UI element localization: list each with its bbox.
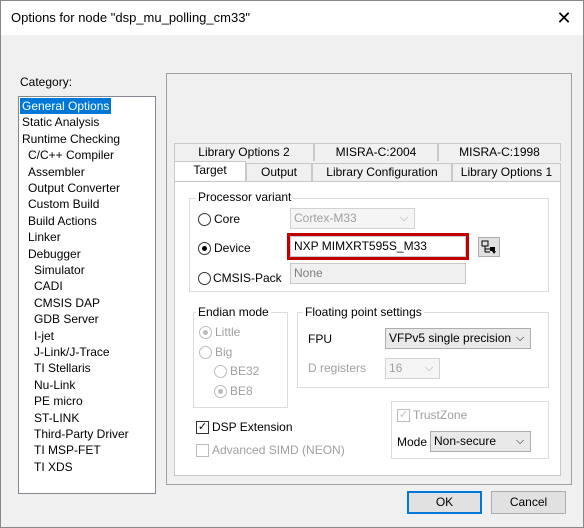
be8-label: BE8: [230, 384, 253, 398]
d-registers-select[interactable]: 16 ⌵: [385, 358, 440, 379]
little-endian-radio[interactable]: [199, 326, 212, 339]
category-item-pe-micro[interactable]: PE micro: [34, 393, 83, 409]
mode-label: Mode: [397, 435, 428, 449]
category-item-j-link[interactable]: J-Link/J-Trace: [34, 344, 110, 360]
category-item-output-converter[interactable]: Output Converter: [28, 180, 120, 196]
category-item-build-actions[interactable]: Build Actions: [28, 213, 97, 229]
chevron-down-icon: ⌵: [424, 362, 434, 374]
category-item-ti-xds[interactable]: TI XDS: [34, 459, 73, 475]
be32-radio[interactable]: [214, 365, 227, 378]
core-select[interactable]: Cortex-M33 ⌵: [290, 208, 415, 229]
category-item-ti-stellaris[interactable]: TI Stellaris: [34, 360, 91, 376]
chevron-down-icon: ⌵: [399, 212, 409, 224]
category-item-assembler[interactable]: Assembler: [28, 164, 85, 180]
options-dialog: Options for node "dsp_mu_polling_cm33" ✕…: [0, 0, 584, 528]
device-select-button[interactable]: [478, 237, 500, 257]
trustzone-label: TrustZone: [413, 408, 468, 422]
category-item-runtime-checking[interactable]: Runtime Checking: [22, 131, 120, 147]
category-item-third-party-driver[interactable]: Third-Party Driver: [34, 426, 129, 442]
advanced-simd-checkbox[interactable]: [196, 444, 209, 457]
trustzone-checkbox[interactable]: ✓: [397, 409, 410, 422]
title-bar: Options for node "dsp_mu_polling_cm33" ✕: [1, 1, 583, 35]
device-tree-icon: [481, 240, 496, 254]
category-item-cmsis-dap[interactable]: CMSIS DAP: [34, 295, 100, 311]
tab-library-configuration[interactable]: Library Configuration: [312, 163, 452, 181]
chevron-down-icon: ⌵: [515, 435, 525, 447]
d-registers-value: 16: [389, 361, 403, 375]
category-item-gdb-server[interactable]: GDB Server: [34, 311, 99, 327]
category-item-custom-build[interactable]: Custom Build: [28, 196, 99, 212]
fpu-label: FPU: [308, 332, 332, 346]
floating-point-label: Floating point settings: [303, 305, 424, 319]
processor-variant-label: Processor variant: [196, 190, 294, 204]
category-item-simulator[interactable]: Simulator: [34, 262, 85, 278]
big-endian-label: Big: [215, 345, 233, 359]
device-highlight-box: [287, 233, 469, 260]
core-select-value: Cortex-M33: [294, 211, 357, 225]
trustzone-mode-select[interactable]: Non-secure ⌵: [430, 431, 531, 452]
category-item-debugger[interactable]: Debugger: [28, 246, 81, 262]
cmsis-pack-field[interactable]: None: [290, 263, 466, 284]
big-endian-radio[interactable]: [199, 346, 212, 359]
cmsis-pack-label: CMSIS-Pack: [213, 271, 282, 285]
category-item-i-jet[interactable]: I-jet: [34, 328, 54, 344]
category-item-nu-link[interactable]: Nu-Link: [34, 377, 75, 393]
advanced-simd-label: Advanced SIMD (NEON): [212, 443, 345, 457]
tab-misra-c-2004[interactable]: MISRA-C:2004: [314, 143, 438, 161]
category-item-general-options[interactable]: General Options: [20, 98, 112, 114]
close-icon[interactable]: ✕: [553, 7, 575, 29]
dsp-extension-label: DSP Extension: [212, 420, 293, 434]
device-label: Device: [214, 241, 251, 255]
tab-output[interactable]: Output: [246, 163, 312, 181]
core-label: Core: [214, 212, 241, 226]
ok-button[interactable]: OK: [407, 491, 482, 514]
category-item-st-link[interactable]: ST-LINK: [34, 410, 79, 426]
category-item-c-cpp-compiler[interactable]: C/C++ Compiler: [28, 147, 114, 163]
cmsis-pack-radio[interactable]: [198, 272, 211, 285]
trustzone-mode-value: Non-secure: [434, 434, 497, 448]
category-list[interactable]: General Options Static Analysis Runtime …: [18, 96, 156, 494]
category-item-static-analysis[interactable]: Static Analysis: [22, 114, 99, 130]
tab-target[interactable]: Target: [174, 161, 246, 181]
fpu-select[interactable]: VFPv5 single precision ⌵: [385, 328, 531, 349]
category-label: Category:: [20, 75, 73, 89]
category-item-cadi[interactable]: CADI: [34, 278, 63, 294]
fpu-select-value: VFPv5 single precision: [389, 331, 512, 345]
core-radio[interactable]: [198, 213, 211, 226]
cancel-button[interactable]: Cancel: [491, 491, 566, 514]
dialog-title: Options for node "dsp_mu_polling_cm33": [11, 10, 251, 25]
d-registers-label: D registers: [308, 361, 367, 375]
little-endian-label: Little: [215, 325, 241, 339]
tab-library-options-1[interactable]: Library Options 1: [452, 163, 561, 181]
dsp-extension-checkbox[interactable]: ✓: [196, 421, 209, 434]
endian-mode-label: Endian mode: [196, 305, 271, 319]
device-radio[interactable]: [198, 242, 211, 255]
category-item-linker[interactable]: Linker: [28, 229, 61, 245]
tab-misra-c-1998[interactable]: MISRA-C:1998: [438, 143, 561, 161]
tab-library-options-2[interactable]: Library Options 2: [174, 143, 314, 161]
chevron-down-icon: ⌵: [515, 332, 525, 344]
category-item-ti-msp-fet[interactable]: TI MSP-FET: [34, 442, 101, 458]
be32-label: BE32: [230, 364, 260, 378]
be8-radio[interactable]: [214, 385, 227, 398]
